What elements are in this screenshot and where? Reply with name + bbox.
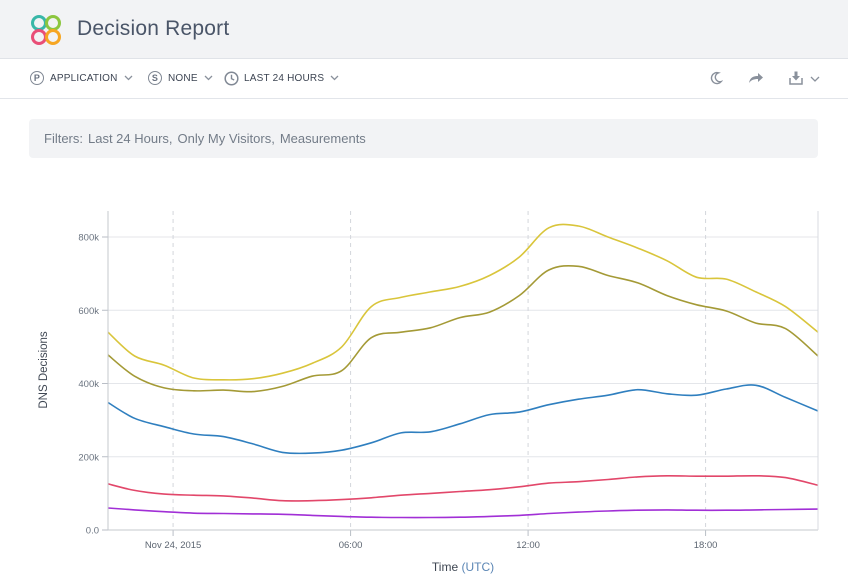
y-axis-label: DNS Decisions <box>38 331 50 409</box>
source-dropdown[interactable]: S NONE <box>148 68 213 88</box>
series-line-5 <box>107 507 819 519</box>
share-icon[interactable] <box>748 71 764 85</box>
chevron-down-icon[interactable] <box>810 76 820 83</box>
y-tick-label: 0.0 <box>86 526 99 537</box>
source-dropdown-label: NONE <box>168 72 198 84</box>
chevron-down-icon <box>330 75 339 81</box>
x-tick-label: Nov 24, 2015 <box>145 540 202 551</box>
filter-measurements[interactable]: Measurements <box>280 131 366 146</box>
toolbar: P APPLICATION S NONE LAST 24 HOURS <box>0 59 848 99</box>
y-tick-label: 400k <box>78 379 99 390</box>
filter-only-my-visitors[interactable]: Only My Visitors, <box>178 131 275 146</box>
series-line-4 <box>107 474 819 502</box>
series-line-2 <box>107 264 819 393</box>
y-tick-label: 600k <box>78 306 99 317</box>
timerange-dropdown[interactable]: LAST 24 HOURS <box>224 68 339 88</box>
timerange-dropdown-label: LAST 24 HOURS <box>244 72 325 84</box>
x-tick-label: 06:00 <box>339 540 363 551</box>
logo-icon <box>31 15 61 45</box>
application-dropdown-label: APPLICATION <box>50 72 118 84</box>
filter-last-24-hours[interactable]: Last 24 Hours, <box>88 131 173 146</box>
application-badge-icon: P <box>30 71 44 85</box>
filters-bar: Filters: Last 24 Hours, Only My Visitors… <box>29 119 818 158</box>
download-icon[interactable] <box>788 70 804 86</box>
source-badge-icon: S <box>148 71 162 85</box>
x-tick-label: 18:00 <box>694 540 718 551</box>
chevron-down-icon <box>124 75 133 81</box>
page-title: Decision Report <box>77 17 230 40</box>
moon-icon[interactable] <box>709 71 723 85</box>
x-axis-label: Time (UTC) <box>432 560 494 574</box>
app-header: Decision Report <box>0 0 848 59</box>
x-tick-label: 12:00 <box>516 540 540 551</box>
application-dropdown[interactable]: P APPLICATION <box>30 68 133 88</box>
chevron-down-icon <box>204 75 213 81</box>
clock-icon <box>224 70 239 86</box>
filters-label: Filters: <box>44 131 83 146</box>
y-tick-label: 200k <box>78 452 99 463</box>
series-line-1 <box>107 223 819 381</box>
y-tick-label: 800k <box>78 233 99 244</box>
series-line-3 <box>107 384 819 455</box>
